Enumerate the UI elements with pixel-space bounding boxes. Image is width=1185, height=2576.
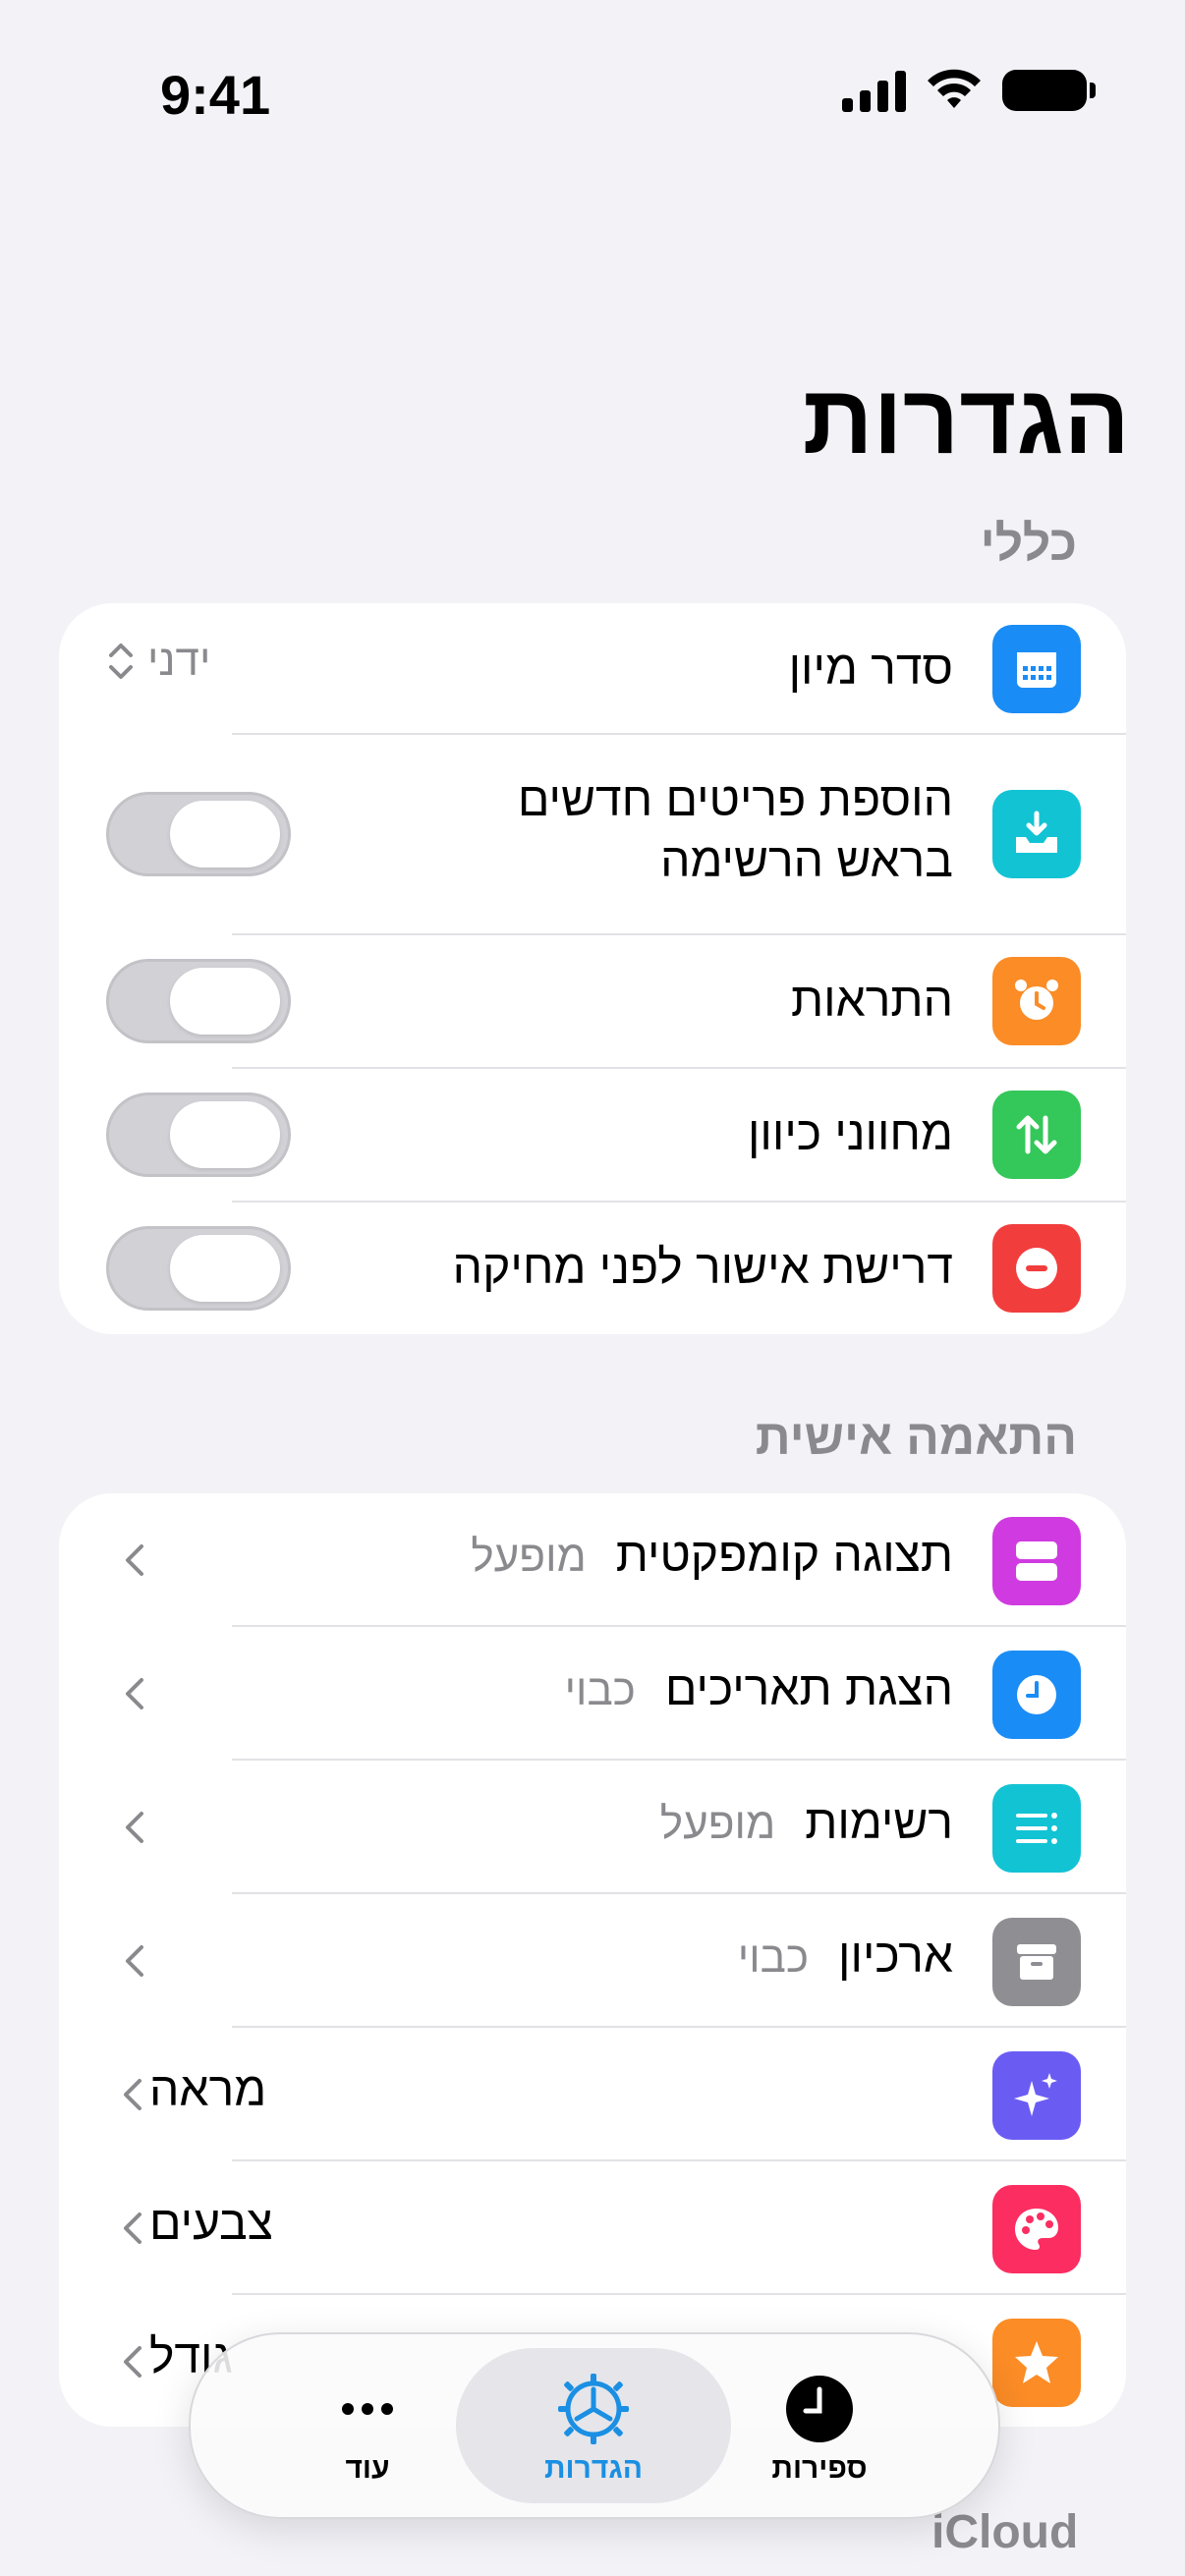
battery-icon (1002, 70, 1096, 111)
status-icons (842, 69, 1096, 112)
archive-row[interactable]: ארכיון כבוי (59, 1894, 1126, 2026)
confirm-delete-row: דרישת אישור לפני מחיקה (59, 1203, 1126, 1334)
compact-view-row[interactable]: תצוגה קומפקטית מופעל (59, 1493, 1126, 1625)
clock-icon (992, 1651, 1081, 1739)
confirm-delete-label: דרישת אישור לפני מחיקה (452, 1242, 953, 1294)
up-down-arrows-icon (992, 1091, 1081, 1179)
archive-value: כבוי (737, 1933, 810, 1982)
section-header-icloud: iCloud (931, 2506, 1079, 2558)
tab-bar: עוד הגדרות ספירות (189, 2332, 1000, 2519)
archive-box-icon (992, 1918, 1081, 2006)
compact-view-value: מופעל (471, 1533, 587, 1581)
compact-view-label: תצוגה קומפקטית (615, 1530, 953, 1582)
notifications-toggle[interactable] (106, 959, 291, 1043)
confirm-delete-toggle[interactable] (106, 1226, 291, 1311)
compact-view-text: תצוגה קומפקטית מופעל (471, 1529, 953, 1583)
chevron-up-down-icon (109, 644, 133, 679)
section-header-personalization: התאמה אישית (755, 1410, 1077, 1465)
chevron-left-icon (126, 1544, 143, 1576)
palette-icon (992, 2185, 1081, 2273)
notifications-row: התראות (59, 935, 1126, 1067)
gear-icon (558, 2374, 629, 2444)
add-new-top-toggle[interactable] (106, 792, 291, 876)
alarm-clock-icon (992, 957, 1081, 1045)
star-icon (992, 2319, 1081, 2407)
lists-label: רשימות (805, 1797, 953, 1849)
sort-order-value: ידני (147, 637, 211, 685)
calendar-icon (992, 625, 1081, 713)
colors-label: צבעים (149, 2198, 273, 2250)
tab-counters-label: ספירות (771, 2452, 868, 2485)
direction-indicators-row: מחווני כיוון (59, 1069, 1126, 1201)
direction-indicators-label: מחווני כיוון (747, 1108, 953, 1160)
chevron-left-icon (124, 2212, 141, 2244)
chevron-left-icon (126, 1945, 143, 1977)
appearance-row[interactable]: מראה (59, 2028, 1126, 2159)
tray-download-icon (992, 790, 1081, 878)
general-settings-card: סדר מיון ידני הוספת פריטים חדשים בראש הר… (59, 603, 1126, 1334)
ellipsis-icon (342, 2403, 393, 2415)
add-new-top-row: הוספת פריטים חדשים בראש הרשימה (59, 735, 1126, 933)
sparkles-icon (992, 2051, 1081, 2140)
page-title: הגדרות (802, 364, 1130, 475)
lists-text: רשימות מופעל (660, 1796, 953, 1850)
tab-counters[interactable]: ספירות (682, 2348, 957, 2503)
rectangles-stack-icon (992, 1517, 1081, 1605)
wifi-icon (928, 69, 981, 108)
notifications-label: התראות (791, 975, 953, 1027)
lists-value: מופעל (659, 1800, 776, 1848)
sort-order-row[interactable]: סדר מיון ידני (59, 603, 1126, 735)
add-new-top-label: הוספת פריטים חדשים בראש הרשימה (517, 774, 953, 887)
show-dates-label: הצגת תאריכים (664, 1663, 953, 1715)
lists-row[interactable]: רשימות מופעל (59, 1761, 1126, 1892)
show-dates-text: הצגת תאריכים כבוי (565, 1662, 953, 1716)
section-header-general: כללי (980, 516, 1077, 571)
cellular-signal-icon (842, 69, 906, 112)
sort-order-label: סדר מיון (788, 643, 953, 695)
show-dates-value: כבוי (564, 1666, 636, 1714)
personalization-card: תצוגה קומפקטית מופעל הצגת תאריכים כבוי ר… (59, 1493, 1126, 2427)
status-time: 9:41 (160, 64, 271, 126)
sort-order-popup[interactable]: ידני (106, 637, 210, 686)
clock-icon (786, 2376, 853, 2442)
chevron-left-icon (126, 1678, 143, 1709)
chevron-left-icon (126, 1812, 143, 1843)
direction-indicators-toggle[interactable] (106, 1092, 291, 1177)
archive-label: ארכיון (838, 1931, 953, 1983)
archive-text: ארכיון כבוי (738, 1930, 953, 1984)
colors-row[interactable]: צבעים (59, 2161, 1126, 2293)
minus-circle-icon (992, 1224, 1081, 1313)
chevron-left-icon (124, 2079, 141, 2110)
appearance-label: מראה (149, 2064, 267, 2116)
show-dates-row[interactable]: הצגת תאריכים כבוי (59, 1627, 1126, 1759)
chevron-left-icon (124, 2346, 141, 2378)
list-bullet-icon (992, 1784, 1081, 1873)
